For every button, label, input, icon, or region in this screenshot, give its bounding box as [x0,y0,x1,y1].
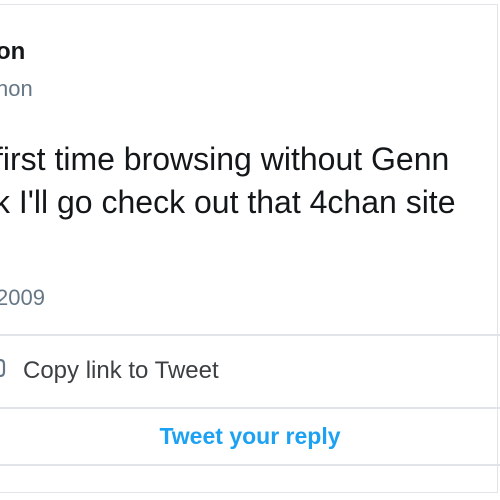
tweet-page: on non first time browsing without Genn … [0,0,500,500]
tweet-reply-button[interactable]: Tweet your reply [0,409,500,463]
author-display-name[interactable]: on [0,38,25,66]
copy-link-label: Copy link to Tweet [23,357,219,384]
tweet-text-line-2: k I'll go check out that 4chan site [0,184,456,220]
link-icon [0,358,6,378]
tweet-text-line-1: first time browsing without Genn [0,141,450,177]
tweet-date[interactable]: 2009 [0,284,45,312]
author-handle[interactable]: non [0,76,33,102]
divider [0,464,500,466]
copy-link-button[interactable]: Copy link to Tweet [0,336,500,406]
tweet-reply-label: Tweet your reply [159,423,341,449]
